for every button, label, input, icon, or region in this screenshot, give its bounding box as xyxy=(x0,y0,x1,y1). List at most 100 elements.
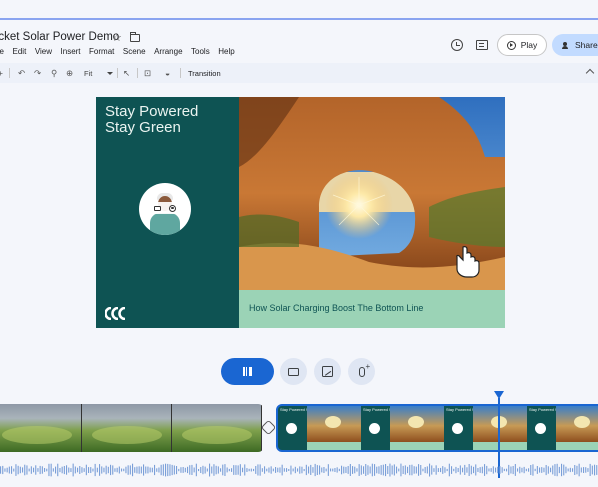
waveform-bar xyxy=(543,467,545,473)
record-icon[interactable] xyxy=(169,204,176,212)
waveform-bar xyxy=(189,465,191,475)
thumb-photo xyxy=(473,406,527,442)
waveform-bar xyxy=(448,463,450,477)
waveform-bar xyxy=(481,466,483,474)
slide-thumbnail: Stay Powered Stay Green xyxy=(444,406,527,450)
waveform-bar xyxy=(248,468,250,472)
mic-add-icon xyxy=(358,362,370,377)
collapse-toolbar-icon[interactable] xyxy=(585,68,595,78)
select-cursor-icon[interactable]: ↖ xyxy=(123,67,130,79)
waveform-bar xyxy=(11,466,13,474)
waveform-bar xyxy=(325,468,327,472)
waveform-bar xyxy=(468,464,470,476)
waveform-bar xyxy=(107,466,109,474)
waveform-bar xyxy=(420,465,422,475)
play-button[interactable]: Play xyxy=(497,34,547,56)
menu-file[interactable]: ile xyxy=(0,47,4,56)
captions-button[interactable] xyxy=(280,358,307,385)
chevron-down-icon[interactable] xyxy=(107,72,113,75)
zoom-select[interactable]: Fit xyxy=(84,69,92,78)
menu-view[interactable]: View xyxy=(35,47,52,56)
waveform-bar xyxy=(257,464,259,476)
waveform-bar xyxy=(554,464,556,476)
waveform-bar xyxy=(105,465,107,475)
waveform-bar xyxy=(323,467,325,473)
zoom-icon[interactable]: ⊕ xyxy=(66,67,73,79)
waveform-bar xyxy=(121,468,123,472)
redo-icon[interactable]: ↷ xyxy=(34,67,41,79)
waveform-bar xyxy=(72,463,74,477)
menu-tools[interactable]: Tools xyxy=(191,47,210,56)
audio-waveform[interactable] xyxy=(0,462,598,478)
waveform-bar xyxy=(305,464,307,476)
waveform-bar xyxy=(57,463,59,477)
waveform-bar xyxy=(440,467,442,473)
waveform-bar xyxy=(343,466,345,474)
slide-canvas[interactable]: Stay Powered Stay Green How Solar Chargi… xyxy=(96,97,505,328)
waveform-bar xyxy=(173,465,175,475)
add-icon[interactable]: + xyxy=(0,67,3,79)
menu-scene[interactable]: Scene xyxy=(123,47,146,56)
waveform-bar xyxy=(22,467,24,473)
waveform-bar xyxy=(68,467,70,473)
top-accent-line xyxy=(0,18,598,20)
waveform-bar xyxy=(235,465,237,475)
thumb-avatar xyxy=(535,423,546,434)
waveform-bar xyxy=(589,463,591,476)
waveform-bar xyxy=(239,464,241,476)
comment-icon[interactable] xyxy=(476,40,488,50)
waveform-bar xyxy=(215,465,217,475)
waveform-bar xyxy=(497,466,499,474)
menu-insert[interactable]: Insert xyxy=(61,47,81,56)
waveform-bar xyxy=(275,467,277,473)
undo-icon[interactable]: ↶ xyxy=(18,67,25,79)
transition-button[interactable]: Transition xyxy=(188,69,221,78)
waveform-bar xyxy=(369,466,371,474)
paint-format-icon[interactable]: ⚲ xyxy=(51,67,57,79)
document-title[interactable]: ocket Solar Power Demo xyxy=(0,31,119,43)
star-icon[interactable]: ☆ xyxy=(112,31,122,44)
waveform-bar xyxy=(451,466,453,474)
waveform-bar xyxy=(165,463,167,477)
slide-headline[interactable]: Stay Powered Stay Green xyxy=(105,104,198,135)
toolbar-divider xyxy=(180,68,181,78)
slide-caption-bar: How Solar Charging Boost The Bottom Line xyxy=(239,290,505,328)
waveform-bar xyxy=(24,464,26,476)
waveform-bar xyxy=(112,465,114,475)
pause-button[interactable] xyxy=(221,358,274,385)
waveform-bar xyxy=(167,463,169,477)
history-icon[interactable] xyxy=(451,39,463,51)
waveform-bar xyxy=(79,466,81,474)
fill-color-icon[interactable]: ◒ xyxy=(165,67,170,79)
menu-format[interactable]: Format xyxy=(89,47,114,56)
presenter-avatar[interactable] xyxy=(139,183,191,235)
waveform-bar xyxy=(37,468,39,472)
waveform-bar xyxy=(129,465,131,475)
camera-icon[interactable] xyxy=(154,205,161,211)
waveform-bar xyxy=(193,467,195,473)
folder-icon[interactable] xyxy=(130,32,140,42)
waveform-bar xyxy=(499,466,501,474)
share-button[interactable]: Share xyxy=(552,34,598,56)
waveform-bar xyxy=(561,463,563,477)
menu-help[interactable]: Help xyxy=(218,47,234,56)
waveform-bar xyxy=(171,464,173,476)
waveform-bar xyxy=(233,465,235,475)
text-box-icon[interactable]: ⊡ xyxy=(144,67,151,79)
menu-arrange[interactable]: Arrange xyxy=(154,47,182,56)
waveform-bar xyxy=(231,468,233,472)
timeline-clip-hills[interactable] xyxy=(0,404,264,452)
timeline-clip-slide[interactable]: Stay Powered Stay Green Stay Powered Sta… xyxy=(276,404,598,452)
waveform-bar xyxy=(552,465,554,475)
waveform-bar xyxy=(270,466,272,474)
slide-caption-text[interactable]: How Solar Charging Boost The Bottom Line xyxy=(249,303,423,313)
waveform-bar xyxy=(160,464,162,476)
image-button[interactable] xyxy=(314,358,341,385)
record-voice-button[interactable] xyxy=(348,358,375,385)
thumb-caption xyxy=(556,442,598,450)
waveform-bar xyxy=(574,465,576,475)
menu-edit[interactable]: Edit xyxy=(13,47,27,56)
waveform-bar xyxy=(268,467,270,473)
slide-photo-arch[interactable] xyxy=(239,97,505,290)
waveform-bar xyxy=(391,465,393,475)
